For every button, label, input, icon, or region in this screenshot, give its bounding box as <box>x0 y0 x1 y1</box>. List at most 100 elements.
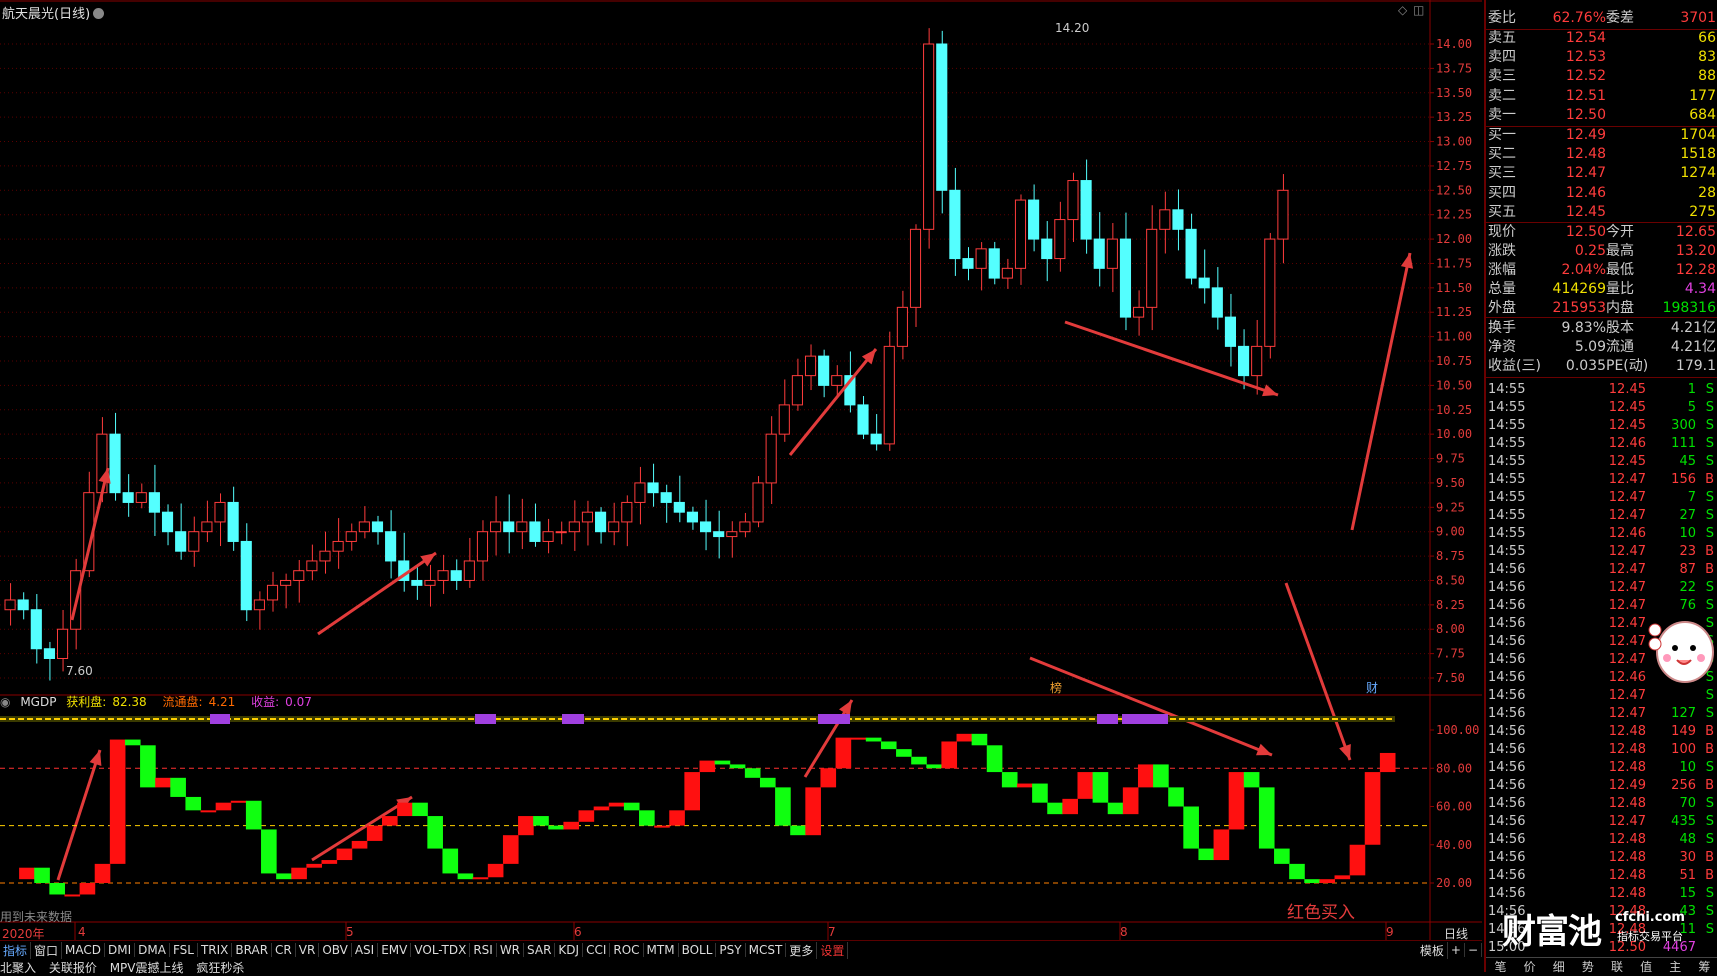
tab-kdj[interactable]: KDJ <box>555 943 584 957</box>
ask-row[interactable]: 卖二 12.51 177 <box>1488 87 1716 106</box>
stock-title[interactable]: 航天晨光(日线) <box>2 3 105 22</box>
tab-dmi[interactable]: DMI <box>105 943 136 957</box>
add-button[interactable]: + <box>1448 943 1465 957</box>
bid-row[interactable]: 买三 12.47 1274 <box>1488 164 1716 183</box>
tab-indicator[interactable]: 指标 <box>0 941 32 959</box>
window-toggle-icon[interactable]: ◫ <box>1413 3 1424 17</box>
candle <box>542 531 554 542</box>
tab-roc[interactable]: ROC <box>610 943 644 957</box>
tick-time: 14:56 <box>1488 778 1526 793</box>
link-3[interactable]: MPV震撼上线 <box>110 961 184 975</box>
candle <box>1172 209 1184 230</box>
tab-mcst[interactable]: MCST <box>746 943 787 957</box>
bid-price: 12.48 <box>1565 146 1606 163</box>
tick-row: 14:56 12.47 87 B <box>1488 561 1716 579</box>
tick-volume: 48 <box>1679 832 1696 847</box>
stat-value: 215953 <box>1552 300 1606 316</box>
tab-obv[interactable]: OBV <box>319 943 352 957</box>
tick-price: 12.47 <box>1608 508 1646 523</box>
tab-cr[interactable]: CR <box>272 943 296 957</box>
link-1[interactable]: 北聚入 <box>0 961 36 975</box>
bid-volume: 275 <box>1689 203 1716 220</box>
bid-row[interactable]: 买一 12.49 1704 <box>1488 126 1716 145</box>
indicator-bar <box>64 894 81 897</box>
ask-price: 12.53 <box>1565 49 1606 66</box>
tick-time: 14:56 <box>1488 814 1526 829</box>
tab-cci[interactable]: CCI <box>583 943 611 957</box>
indicator-bar <box>775 787 791 826</box>
remove-button[interactable]: − <box>1465 943 1482 957</box>
stat-row: 涨幅 2.04% 最低 12.28 <box>1488 261 1716 280</box>
tab-psy[interactable]: PSY <box>716 943 746 957</box>
tab-emv[interactable]: EMV <box>378 943 412 957</box>
indicator-bar <box>533 816 549 826</box>
ask-row[interactable]: 卖四 12.53 83 <box>1488 48 1716 67</box>
tab-vol-tdx[interactable]: VOL-TDX <box>411 943 471 957</box>
candle <box>699 521 712 533</box>
indicator-bar <box>956 733 973 742</box>
link-2[interactable]: 关联报价 <box>49 961 97 975</box>
tab-vr[interactable]: VR <box>296 943 320 957</box>
candle <box>1146 228 1158 308</box>
tab-wr[interactable]: WR <box>497 943 525 957</box>
bid-row[interactable]: 买五 12.45 275 <box>1488 203 1716 222</box>
side-tab[interactable]: 主 <box>1669 958 1681 974</box>
tab-template[interactable]: 模板 <box>1417 941 1448 959</box>
tab-dma[interactable]: DMA <box>135 943 170 957</box>
side-tab[interactable]: 笔 <box>1495 958 1507 974</box>
candle <box>568 521 580 533</box>
tab-more[interactable]: 更多 <box>786 941 818 959</box>
stat2-label: 流通 <box>1606 339 1634 355</box>
kline-chart[interactable]: 14.00 13.75 13.50 13.25 13.00 12.75 12.50 12.25… <box>0 0 1482 972</box>
tab-asi[interactable]: ASI <box>352 943 379 957</box>
side-tab[interactable]: 势 <box>1582 958 1594 974</box>
tab-fsl[interactable]: FSL <box>170 943 198 957</box>
indicator-name[interactable]: MGDP <box>20 695 56 709</box>
side-tab[interactable]: 联 <box>1611 958 1623 974</box>
indicator-bar <box>684 772 700 811</box>
link-4[interactable]: 疯狂秒杀 <box>196 961 244 975</box>
tab-mtm[interactable]: MTM <box>644 943 679 957</box>
indicator-bar <box>1047 802 1063 815</box>
status-strip-block <box>818 714 850 724</box>
candle <box>437 570 449 581</box>
tab-window[interactable]: 窗口 <box>31 941 63 959</box>
bid-row[interactable]: 买二 12.48 1518 <box>1488 145 1716 164</box>
candle <box>1001 267 1013 279</box>
chart-area[interactable]: 14.00 13.75 13.50 13.25 13.00 12.75 12.50 12.25… <box>0 0 1482 975</box>
tab-sar[interactable]: SAR <box>524 943 556 957</box>
indicator-bar <box>427 816 443 849</box>
tab-boll[interactable]: BOLL <box>679 943 717 957</box>
candle <box>686 511 698 523</box>
tick-side: S <box>1705 490 1714 505</box>
tick-side: S <box>1705 796 1714 811</box>
side-tab[interactable]: 筹 <box>1698 958 1710 974</box>
weicha-label: 委差 <box>1606 10 1634 26</box>
indicator-bar <box>880 741 897 750</box>
ask-row[interactable]: 卖五 12.54 66 <box>1488 29 1716 48</box>
annotation-arrow <box>56 749 102 881</box>
collapse-icon[interactable]: ◉ <box>0 695 10 709</box>
tick-time: 14:56 <box>1488 652 1526 667</box>
weibi-value: 62.76% <box>1552 10 1606 26</box>
bid-row[interactable]: 买四 12.46 28 <box>1488 184 1716 203</box>
tick-volume: 7 <box>1687 490 1696 505</box>
candle <box>581 511 594 523</box>
side-tab[interactable]: 细 <box>1553 958 1565 974</box>
tab-rsi[interactable]: RSI <box>470 943 497 957</box>
bid-volume: 1704 <box>1680 127 1716 143</box>
tick-time: 14:56 <box>1488 886 1526 901</box>
ask-volume: 83 <box>1698 49 1716 66</box>
ask-row[interactable]: 卖一 12.50 684 <box>1488 106 1716 125</box>
diamond-icon[interactable]: ◇ <box>1398 3 1407 17</box>
tab-brar[interactable]: BRAR <box>232 943 273 957</box>
stat-label: 涨跌 <box>1488 243 1516 259</box>
stat2-label: 股本 <box>1606 320 1634 336</box>
tab-macd[interactable]: MACD <box>62 943 106 957</box>
side-tab[interactable]: 价 <box>1524 958 1536 974</box>
tab-settings[interactable]: 设置 <box>817 941 849 959</box>
tab-trix[interactable]: TRIX <box>198 943 233 957</box>
dropdown-icon[interactable] <box>93 8 105 19</box>
side-tab[interactable]: 值 <box>1640 958 1652 974</box>
ask-row[interactable]: 卖三 12.52 88 <box>1488 67 1716 86</box>
